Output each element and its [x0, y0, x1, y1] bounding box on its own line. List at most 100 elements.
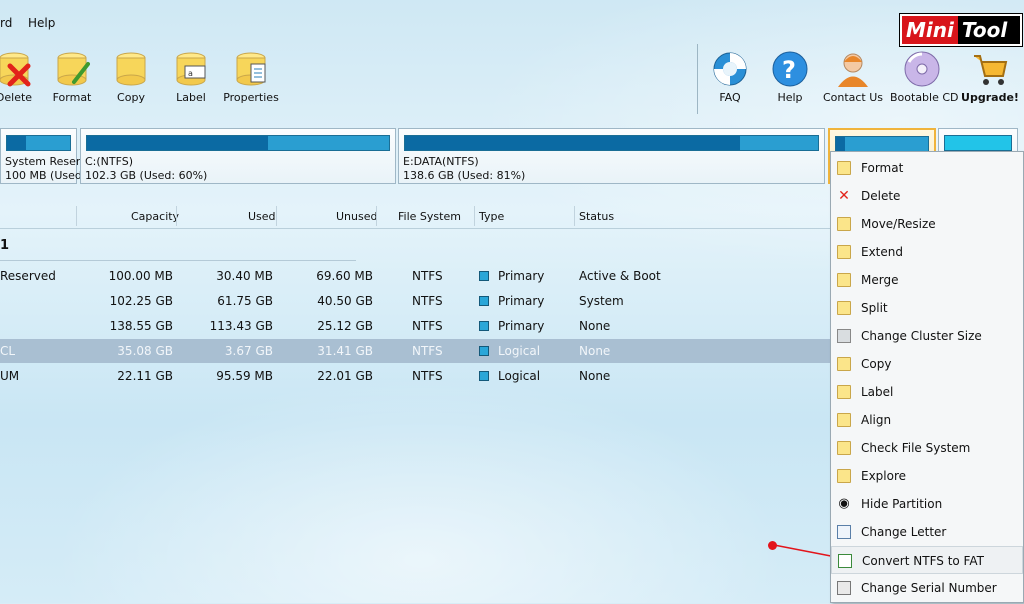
- menu-item-label: Merge: [861, 273, 899, 287]
- format-label: Format: [52, 91, 92, 104]
- menu-item-move-resize[interactable]: Move/Resize: [831, 210, 1023, 238]
- menu-item-label: Format: [861, 161, 904, 175]
- cell-used: 30.40 MB: [216, 269, 273, 283]
- delete-icon: [0, 52, 31, 87]
- partition-system-reserved[interactable]: System Reserv 100 MB (Used:: [0, 128, 87, 184]
- label-icon: a: [176, 52, 206, 86]
- partition-type-swatch: [479, 346, 489, 356]
- cell-partition: Reserved: [0, 269, 56, 283]
- bootable-cd-button[interactable]: Bootable CD: [890, 50, 959, 104]
- menu-item-change-serial-number[interactable]: Change Serial Number: [831, 574, 1023, 602]
- contact-us-button[interactable]: Contact Us: [821, 50, 885, 104]
- cell-unused: 31.41 GB: [317, 344, 373, 358]
- header-used[interactable]: Used: [248, 210, 276, 223]
- cell-unused: 69.60 MB: [316, 269, 373, 283]
- upgrade-button[interactable]: Upgrade!: [958, 50, 1022, 104]
- menu-wizard[interactable]: rd: [0, 16, 12, 30]
- bootable-cd-label: Bootable CD: [890, 91, 959, 104]
- cell-status: None: [579, 369, 611, 383]
- cell-unused: 25.12 GB: [317, 319, 373, 333]
- contact-person-icon: [838, 53, 868, 87]
- usage-fill: [87, 136, 269, 150]
- toolbar-separator: [697, 44, 698, 114]
- cart-icon: [974, 55, 1008, 85]
- menu-help[interactable]: Help: [28, 16, 55, 30]
- convert-ntfs-fat-icon: [838, 554, 852, 568]
- menu-item-change-letter[interactable]: Change Letter: [831, 518, 1023, 546]
- copy-label: Copy: [117, 91, 145, 104]
- cell-type: Logical: [498, 344, 541, 358]
- menu-item-format[interactable]: Format: [831, 154, 1023, 182]
- partition-type-swatch: [479, 371, 489, 381]
- cell-used: 61.75 GB: [217, 294, 273, 308]
- menu-item-check-file-system[interactable]: Check File System: [831, 434, 1023, 462]
- menu-item-copy[interactable]: Copy: [831, 350, 1023, 378]
- menu-item-label: Hide Partition: [861, 497, 943, 511]
- menu-item-convert-ntfs-to-fat[interactable]: Convert NTFS to FAT: [831, 546, 1023, 574]
- cell-capacity: 138.55 GB: [109, 319, 173, 333]
- column-separator: [574, 206, 575, 226]
- help-button[interactable]: ? Help: [758, 50, 822, 104]
- menu-item-delete[interactable]: ✕ Delete: [831, 182, 1023, 210]
- usage-bar: [86, 135, 390, 151]
- menu-item-hide-partition[interactable]: ◉ Hide Partition: [831, 490, 1023, 518]
- usage-bar: [944, 135, 1012, 151]
- explore-icon: [837, 469, 851, 483]
- label-icon: [837, 385, 851, 399]
- cell-used: 95.59 MB: [216, 369, 273, 383]
- properties-button[interactable]: Properties: [219, 50, 283, 104]
- partition-e-data[interactable]: E:DATA(NTFS) 138.6 GB (Used: 81%): [398, 128, 825, 184]
- header-capacity[interactable]: Capacity: [131, 210, 179, 223]
- table-row[interactable]: UM 22.11 GB 95.59 MB 22.01 GB NTFS Logic…: [0, 364, 832, 388]
- header-type[interactable]: Type: [479, 210, 504, 223]
- column-separator: [474, 206, 475, 226]
- split-icon: [837, 301, 851, 315]
- disk-title: 1: [0, 238, 10, 253]
- cell-status: None: [579, 319, 611, 333]
- faq-button[interactable]: FAQ: [698, 50, 762, 104]
- cell-file-system: NTFS: [412, 344, 443, 358]
- menu-item-explore[interactable]: Explore: [831, 462, 1023, 490]
- menu-item-label: Change Letter: [861, 525, 947, 539]
- menu-item-label: Delete: [861, 189, 901, 203]
- extend-icon: [837, 245, 851, 259]
- toolbar: Delete Format Copy a Label Properties FA…: [0, 42, 1024, 114]
- usage-fill: [405, 136, 740, 150]
- column-separator: [376, 206, 377, 226]
- logo-tool-text: Tool: [961, 18, 1008, 42]
- menu-item-label[interactable]: Label: [831, 378, 1023, 406]
- menu-item-label: Copy: [861, 357, 892, 371]
- copy-button[interactable]: Copy: [99, 50, 163, 104]
- table-row-selected[interactable]: CL 35.08 GB 3.67 GB 31.41 GB NTFS Logica…: [0, 339, 832, 363]
- align-icon: [837, 413, 851, 427]
- menu-item-merge[interactable]: Merge: [831, 266, 1023, 294]
- menu-item-extend[interactable]: Extend: [831, 238, 1023, 266]
- format-button[interactable]: Format: [40, 50, 104, 104]
- menu-item-change-cluster-size[interactable]: Change Cluster Size: [831, 322, 1023, 350]
- menu-item-align[interactable]: Align: [831, 406, 1023, 434]
- table-row[interactable]: Reserved 100.00 MB 30.40 MB 69.60 MB NTF…: [0, 264, 832, 288]
- table-header: Capacity Used Unused File System Type St…: [0, 204, 832, 229]
- column-separator: [276, 206, 277, 226]
- table-row[interactable]: 138.55 GB 113.43 GB 25.12 GB NTFS Primar…: [0, 314, 832, 338]
- header-unused[interactable]: Unused: [336, 210, 377, 223]
- cell-file-system: NTFS: [412, 269, 443, 283]
- label-button[interactable]: a Label: [159, 50, 223, 104]
- header-status[interactable]: Status: [579, 210, 614, 223]
- header-file-system[interactable]: File System: [398, 210, 461, 223]
- faq-label: FAQ: [719, 91, 741, 104]
- usage-fill: [836, 137, 846, 151]
- table-row[interactable]: 102.25 GB 61.75 GB 40.50 GB NTFS Primary…: [0, 289, 832, 313]
- partition-size: 102.3 GB (Used: 60%): [85, 169, 208, 182]
- cell-unused: 22.01 GB: [317, 369, 373, 383]
- change-letter-icon: [837, 525, 851, 539]
- menu-item-label: Align: [861, 413, 892, 427]
- partition-type-swatch: [479, 321, 489, 331]
- cell-used: 3.67 GB: [224, 344, 273, 358]
- partition-c[interactable]: C:(NTFS) 102.3 GB (Used: 60%): [80, 128, 396, 184]
- cell-capacity: 102.25 GB: [109, 294, 173, 308]
- cell-used: 113.43 GB: [209, 319, 273, 333]
- menu-item-split[interactable]: Split: [831, 294, 1023, 322]
- move-resize-icon: [837, 217, 851, 231]
- cell-type: Primary: [498, 319, 545, 333]
